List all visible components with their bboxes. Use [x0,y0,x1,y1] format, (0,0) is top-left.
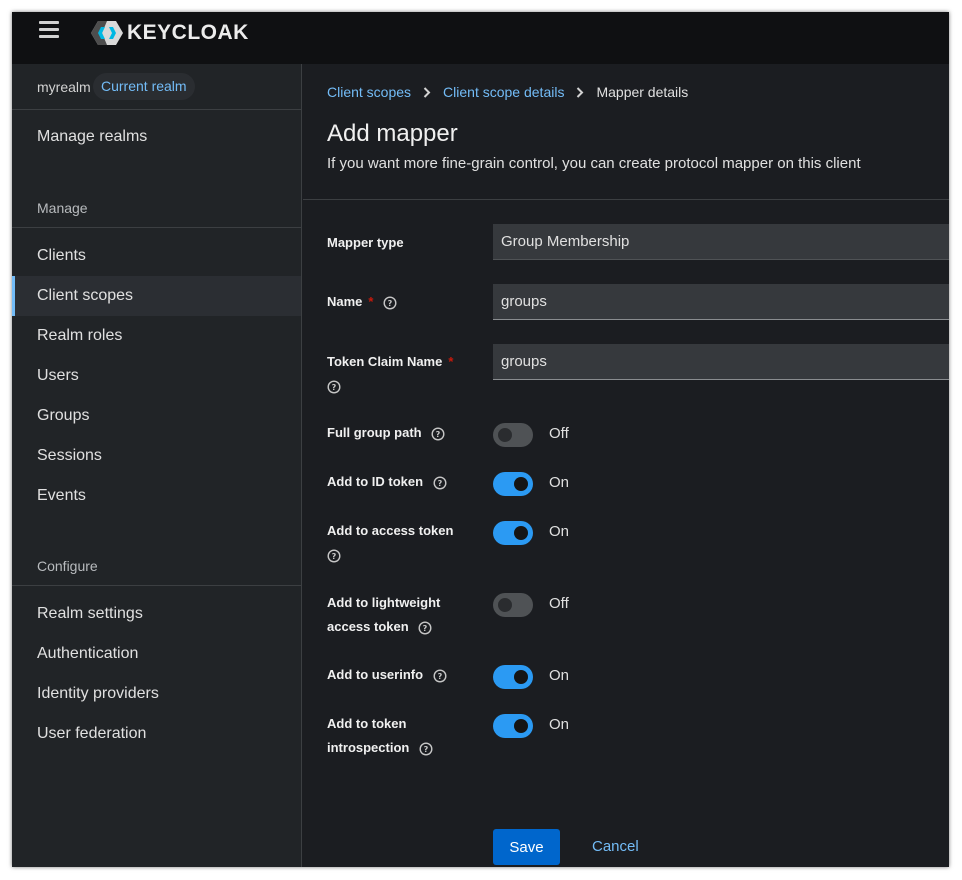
page-title: Add mapper [327,120,458,147]
full-group-path-state: Off [549,425,569,442]
logo-text: KEYCLOAK [127,21,249,44]
sidebar-item-users[interactable]: Users [12,356,301,396]
add-to-token-introspection-state: On [549,716,570,733]
add-to-lightweight-access-token-state: Off [549,595,569,612]
required-asterisk: * [368,294,374,309]
add-to-token-introspection-toggle[interactable] [493,714,533,738]
sidebar-item-realm-settings[interactable]: Realm settings [12,594,301,634]
name-input[interactable]: groups [493,284,949,320]
main-content: Client scopes Client scope details Mappe… [303,64,949,867]
sidebar-divider [12,585,301,586]
cancel-button[interactable]: Cancel [592,829,639,865]
header-divider [303,199,949,200]
sidebar-item-sessions[interactable]: Sessions [12,436,301,476]
current-realm-badge: Current realm [93,73,195,100]
help-icon[interactable]: ? [327,549,341,563]
sidebar-heading-configure: Configure [37,558,98,574]
help-icon[interactable]: ? [433,476,447,490]
help-icon[interactable]: ? [383,296,397,310]
add-to-id-token-toggle[interactable] [493,472,533,496]
chevron-right-icon [423,86,431,98]
svg-text:?: ? [332,383,337,392]
keycloak-hexagon-icon [91,21,123,45]
sidebar-item-events[interactable]: Events [12,476,301,516]
add-to-token-introspection-label: Add to token introspection ? [327,712,457,760]
full-group-path-toggle[interactable] [493,423,533,447]
add-to-lightweight-access-token-toggle[interactable] [493,593,533,617]
svg-text:?: ? [423,624,428,633]
help-icon[interactable]: ? [431,427,445,441]
svg-text:?: ? [424,745,429,754]
sidebar-item-groups[interactable]: Groups [12,396,301,436]
sidebar-item-identity-providers[interactable]: Identity providers [12,674,301,714]
add-to-userinfo-state: On [549,667,570,684]
svg-text:?: ? [332,552,337,561]
add-to-userinfo-toggle[interactable] [493,665,533,689]
sidebar-item-authentication[interactable]: Authentication [12,634,301,674]
breadcrumb: Client scopes Client scope details Mappe… [327,84,688,100]
svg-text:?: ? [388,299,393,308]
breadcrumb-client-scope-details[interactable]: Client scope details [443,84,564,100]
sidebar-item-manage-realms[interactable]: Manage realms [12,117,301,157]
add-to-lightweight-access-token-label: Add to lightweight access token ? [327,595,441,635]
hamburger-menu-icon[interactable] [39,21,59,39]
token-claim-name-input[interactable]: groups [493,344,949,380]
sidebar-item-clients[interactable]: Clients [12,236,301,276]
help-icon[interactable]: ? [327,380,341,394]
add-to-id-token-label: Add to ID token ? [327,470,477,494]
sidebar: myrealm Current realm Manage realms Mana… [12,64,302,867]
sidebar-item-realm-roles[interactable]: Realm roles [12,316,301,356]
help-icon[interactable]: ? [433,669,447,683]
breadcrumb-current: Mapper details [596,84,689,100]
svg-text:?: ? [437,479,442,488]
sidebar-item-client-scopes[interactable]: Client scopes [12,276,301,316]
add-to-access-token-toggle[interactable] [493,521,533,545]
token-claim-name-label: Token Claim Name * ? [327,354,454,394]
page-subtitle: If you want more fine-grain control, you… [327,155,861,172]
full-group-path-label: Full group path ? [327,421,477,445]
masthead: KEYCLOAK [12,12,949,64]
keycloak-logo[interactable]: KEYCLOAK [90,20,249,46]
add-to-userinfo-label: Add to userinfo ? [327,663,477,687]
name-label: Name * ? [327,290,477,314]
svg-text:?: ? [436,430,441,439]
sidebar-item-user-federation[interactable]: User federation [12,714,301,754]
chevron-right-icon [576,86,584,98]
realm-name: myrealm [37,79,91,95]
add-to-access-token-label: Add to access token ? [327,523,454,563]
save-button[interactable]: Save [493,829,560,865]
app-window: KEYCLOAK myrealm Current realm Manage re… [12,12,949,867]
required-asterisk: * [448,354,454,369]
breadcrumb-client-scopes[interactable]: Client scopes [327,84,411,100]
realm-selector[interactable]: myrealm Current realm [12,64,301,110]
help-icon[interactable]: ? [419,742,433,756]
svg-text:?: ? [437,672,442,681]
add-to-access-token-state: On [549,523,570,540]
sidebar-divider [12,227,301,228]
add-to-id-token-state: On [549,474,570,491]
help-icon[interactable]: ? [418,621,432,635]
sidebar-heading-manage: Manage [37,200,88,216]
mapper-type-label: Mapper type [327,235,404,250]
mapper-type-field: Group Membership [493,224,949,260]
